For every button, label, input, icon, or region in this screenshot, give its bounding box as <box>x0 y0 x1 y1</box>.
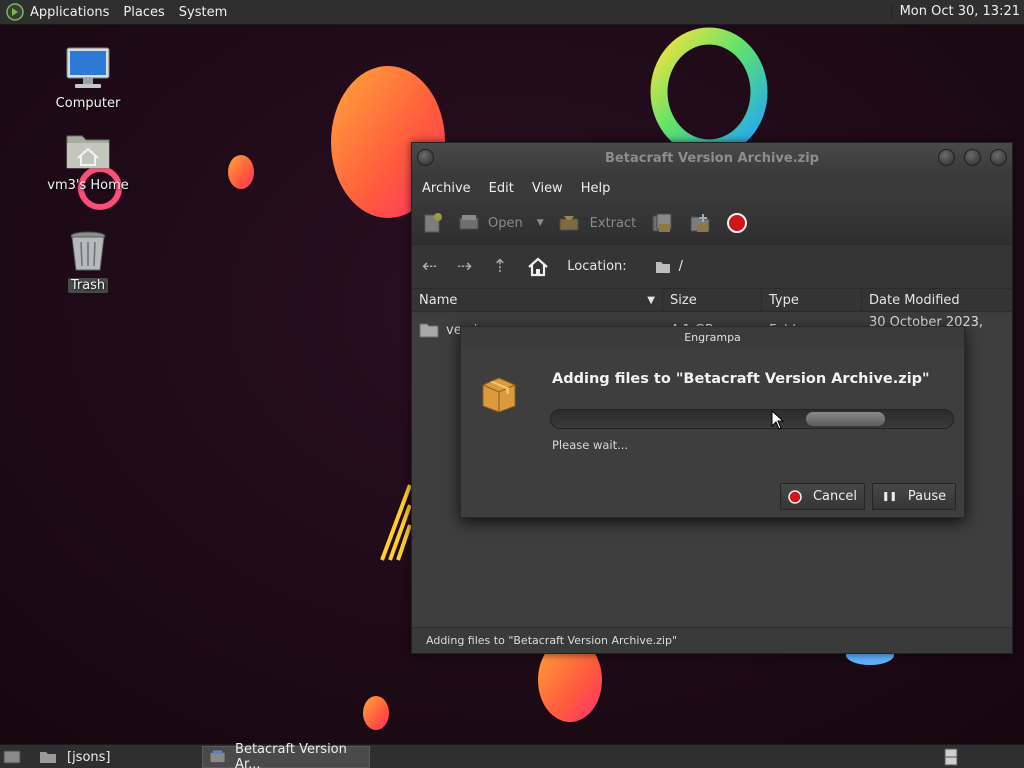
menu-view[interactable]: View <box>532 181 563 196</box>
column-header-date[interactable]: Date Modified <box>862 289 1012 311</box>
add-folder-icon <box>690 214 710 232</box>
show-desktop-icon[interactable] <box>3 749 21 765</box>
window-title: Betacraft Version Archive.zip <box>605 151 819 166</box>
location-bar: ⇠ ⇢ ⇡ Location: / <box>412 244 1012 288</box>
mouse-cursor-icon <box>771 410 785 430</box>
location-label: Location: <box>567 259 627 274</box>
menu-edit[interactable]: Edit <box>489 181 514 196</box>
progress-dialog: Engrampa Adding files to "Betacraft Vers… <box>460 326 965 518</box>
stop-icon <box>727 213 748 233</box>
desktop-icon-label: vm3's Home <box>47 178 129 193</box>
cancel-button[interactable]: Cancel <box>780 483 865 510</box>
open-label: Open <box>488 215 523 231</box>
maximize-button[interactable] <box>964 149 981 166</box>
forward-arrow-icon[interactable]: ⇢ <box>457 256 472 277</box>
cancel-label: Cancel <box>812 489 858 504</box>
home-folder-icon <box>66 135 110 169</box>
folder-icon <box>655 261 670 273</box>
computer-icon <box>66 47 110 88</box>
location-path[interactable]: / <box>679 259 683 274</box>
toolbar: Open ▼ Extract <box>412 202 1012 244</box>
extract-label: Extract <box>589 215 637 231</box>
pause-button[interactable]: ❚❚ Pause <box>872 483 956 510</box>
taskbar-item-archive[interactable]: Betacraft Version Ar... <box>202 742 370 768</box>
open-button[interactable]: Open ▼ <box>458 212 544 234</box>
close-button[interactable] <box>990 149 1007 166</box>
desktop-icon-label: Trash <box>67 278 109 293</box>
column-header-size[interactable]: Size <box>663 289 762 311</box>
system-menu[interactable]: System <box>179 5 227 20</box>
bottom-panel: [jsons] Betacraft Version Ar... <box>0 742 1024 768</box>
taskbar-item-label: [jsons] <box>67 749 111 765</box>
open-dropdown-arrow-icon[interactable]: ▼ <box>537 218 544 228</box>
stop-icon <box>788 489 802 504</box>
new-archive-icon <box>424 213 442 233</box>
mate-logo-icon[interactable] <box>6 3 24 21</box>
package-icon <box>482 377 516 413</box>
add-files-icon <box>652 213 672 232</box>
desktop-icon-trash[interactable]: Trash <box>43 226 133 293</box>
sort-arrow-icon: ▼ <box>647 295 655 306</box>
column-header-name-label: Name <box>419 293 458 308</box>
desktop-icon-computer[interactable]: Computer <box>43 44 133 111</box>
dialog-message: Please wait... <box>552 438 629 452</box>
applications-menu[interactable]: Applications <box>30 5 109 20</box>
add-files-button[interactable] <box>650 211 674 235</box>
column-header-type[interactable]: Type <box>762 289 862 311</box>
status-bar: Adding files to "Betacraft Version Archi… <box>412 627 1012 653</box>
minimize-button[interactable] <box>938 149 955 166</box>
home-icon[interactable] <box>527 256 549 278</box>
taskbar-item-label: Betacraft Version Ar... <box>235 742 347 768</box>
window-titlebar[interactable]: Betacraft Version Archive.zip <box>412 143 1012 174</box>
open-icon <box>459 215 479 230</box>
progress-bar <box>550 409 954 429</box>
extract-icon <box>559 216 579 231</box>
folder-icon <box>419 323 439 338</box>
pause-label: Pause <box>907 489 947 504</box>
clock[interactable]: Mon Oct 30, 13:21 <box>890 4 1020 19</box>
add-folder-button[interactable] <box>688 211 712 235</box>
taskbar-item-jsons[interactable]: [jsons] <box>33 746 198 768</box>
archive-app-icon <box>209 750 226 764</box>
menu-help[interactable]: Help <box>581 181 611 196</box>
stop-button[interactable] <box>726 212 748 234</box>
progress-pulse <box>806 412 885 426</box>
folder-icon <box>40 752 56 763</box>
top-panel: Applications Places System Mon Oct 30, 1… <box>0 0 1024 25</box>
window-menu-button[interactable] <box>417 149 434 166</box>
dialog-title[interactable]: Engrampa <box>461 327 964 349</box>
workspace-switcher-icon[interactable] <box>943 748 959 766</box>
desktop-icon-label: Computer <box>55 96 121 111</box>
extract-button[interactable]: Extract <box>558 212 637 234</box>
trash-icon <box>70 231 106 271</box>
dialog-heading: Adding files to "Betacraft Version Archi… <box>552 371 930 387</box>
column-header-name[interactable]: Name ▼ <box>412 289 663 311</box>
column-headers: Name ▼ Size Type Date Modified <box>412 288 1012 312</box>
menubar: Archive Edit View Help <box>412 174 1012 202</box>
desktop-icon-home[interactable]: vm3's Home <box>43 126 133 193</box>
menu-archive[interactable]: Archive <box>422 181 471 196</box>
up-arrow-icon[interactable]: ⇡ <box>492 256 507 277</box>
pause-icon: ❚❚ <box>881 491 897 502</box>
back-arrow-icon[interactable]: ⇠ <box>422 256 437 277</box>
places-menu[interactable]: Places <box>123 5 164 20</box>
new-archive-button[interactable] <box>422 212 444 234</box>
